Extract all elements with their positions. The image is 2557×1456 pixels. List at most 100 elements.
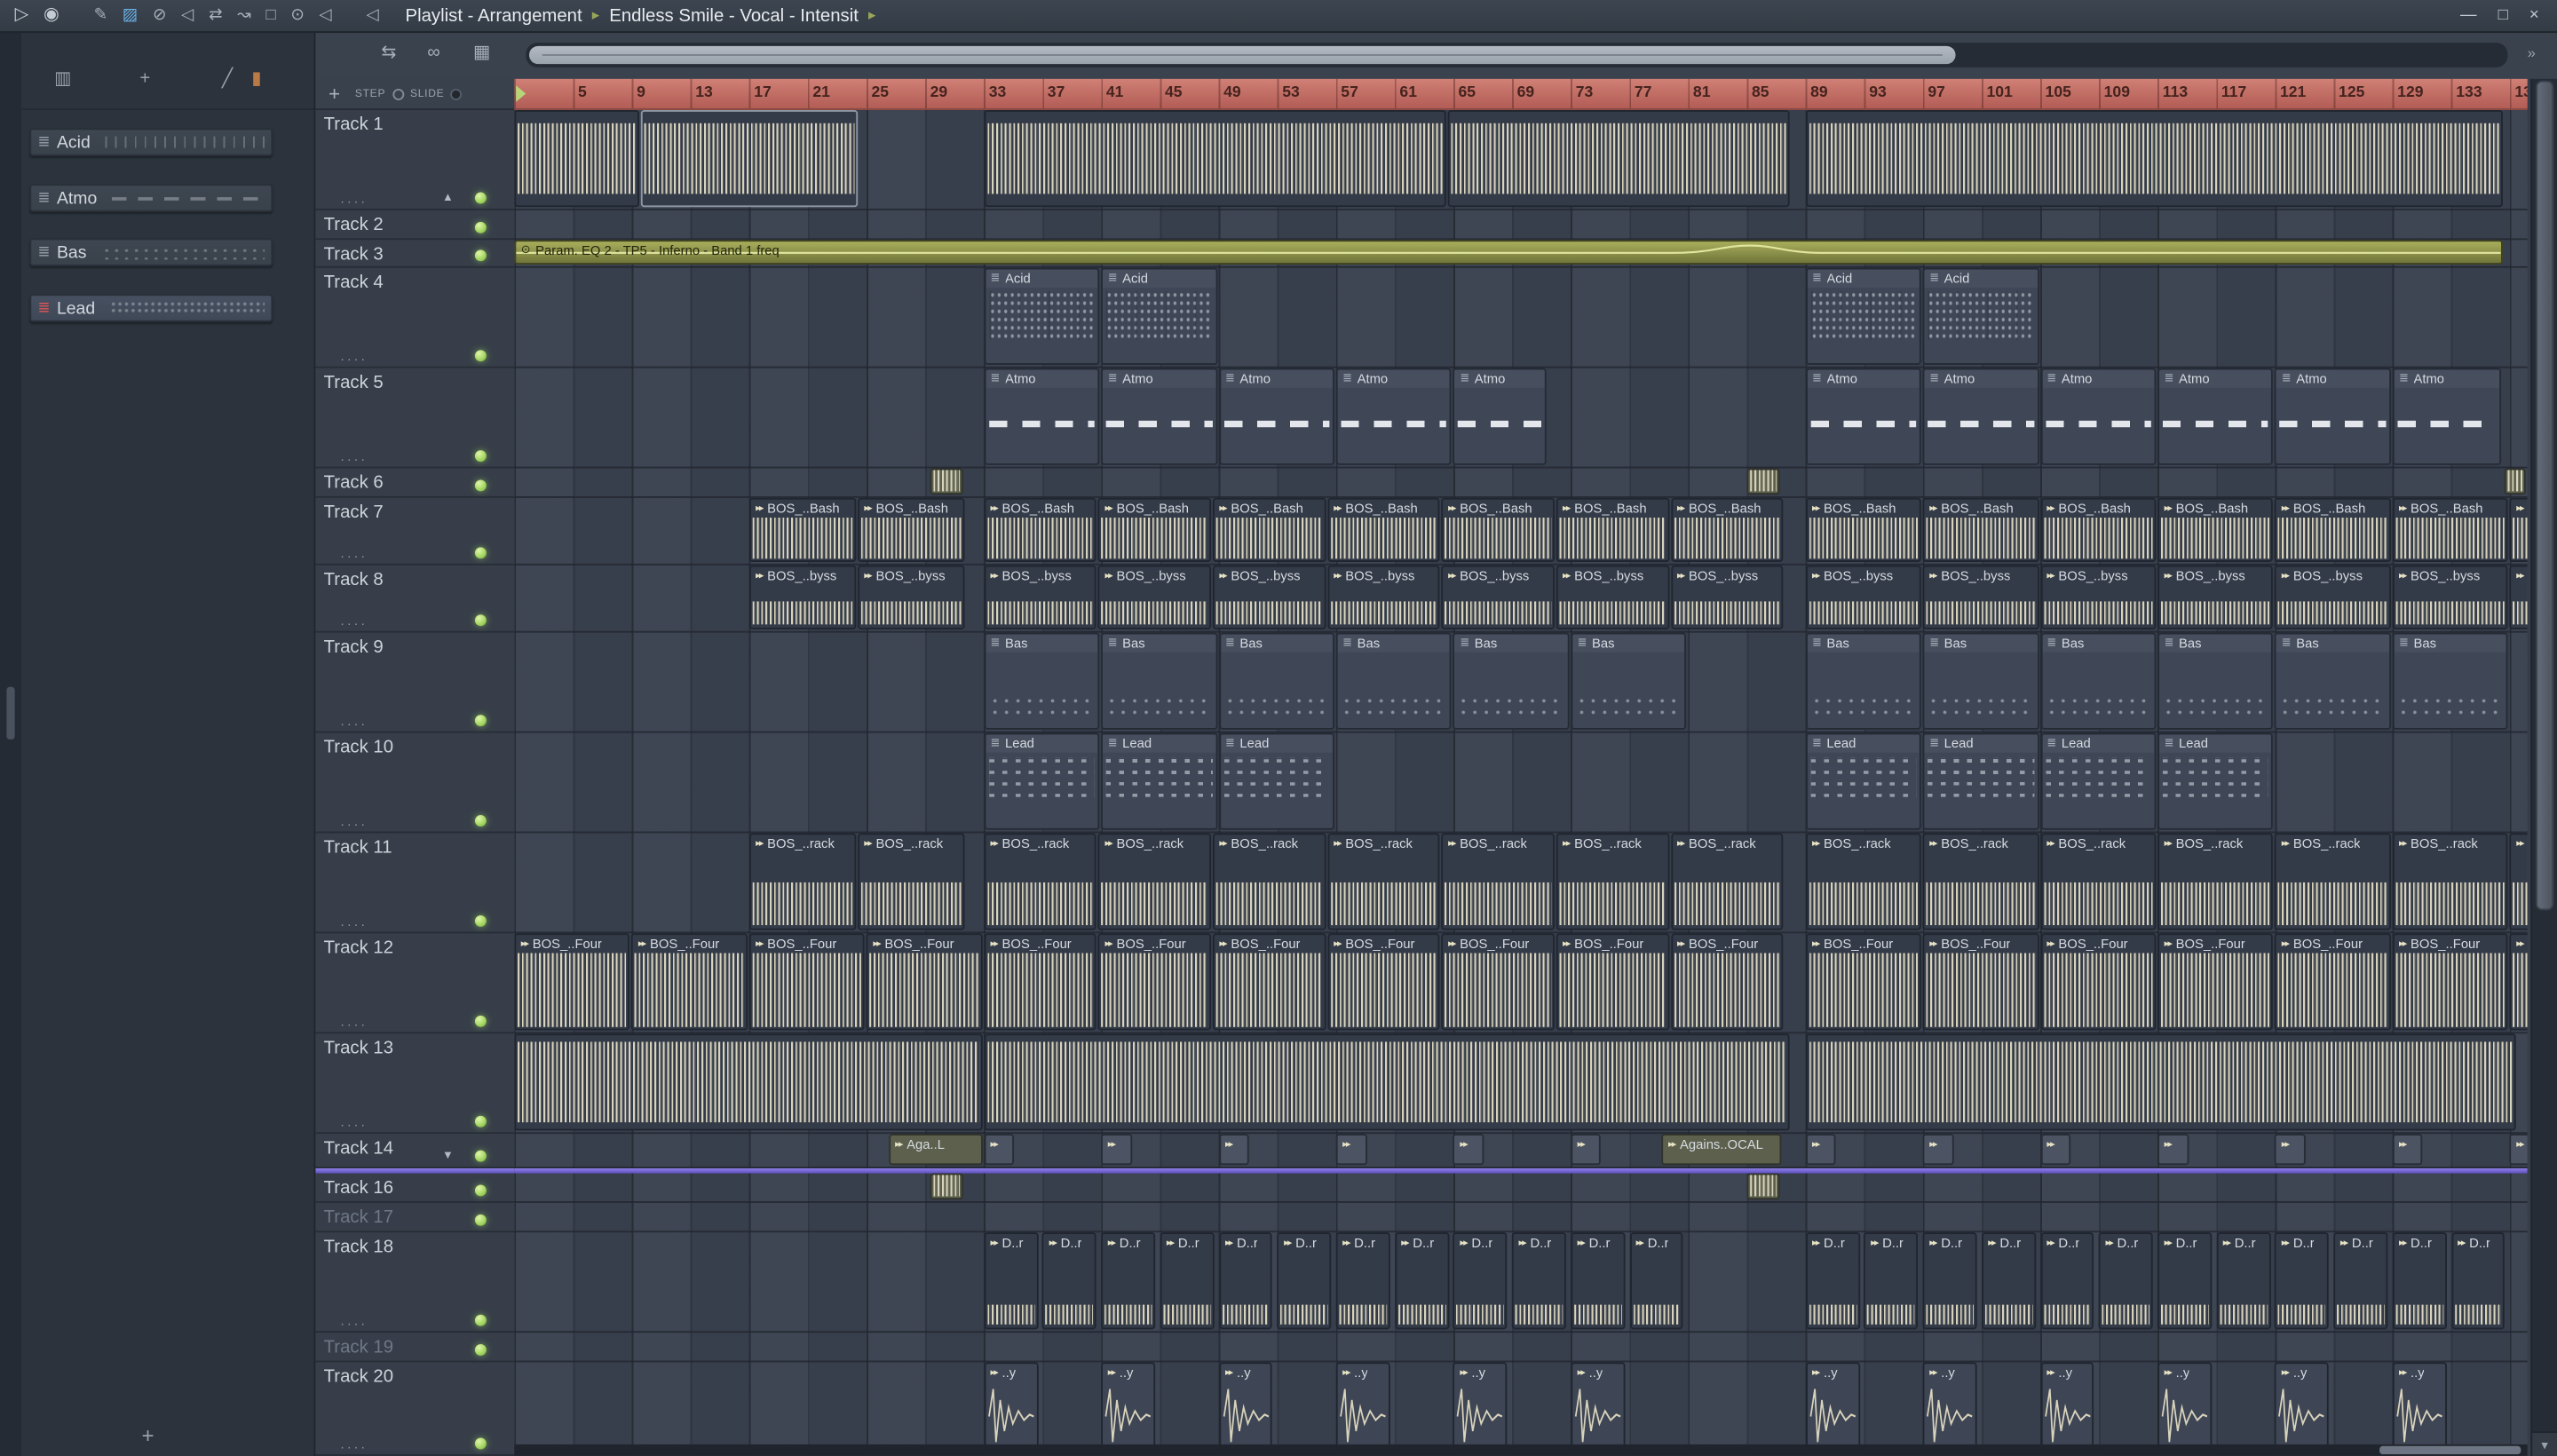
audio-clip-dr[interactable]: ▸▸ D..r <box>1277 1232 1332 1330</box>
audio-clip-dr[interactable]: ▸▸ D..r <box>1864 1232 1919 1330</box>
track-mute-led[interactable] <box>474 249 487 262</box>
pattern-clip-atmo[interactable]: ≣ Atmo <box>2392 368 2501 465</box>
picker-panel-icon[interactable]: ▦ <box>473 44 490 62</box>
audio-clip-bosbash[interactable]: ▸▸BOS_..Bash <box>1556 497 1669 563</box>
audio-clip-bosfour[interactable]: ▸▸BOS_..Four <box>866 933 983 1031</box>
mini-audio-clip[interactable] <box>2504 468 2526 495</box>
audio-clip-bosbyss[interactable]: ▸▸BOS_..byss <box>1556 565 1669 629</box>
track-mute-led[interactable] <box>474 221 487 233</box>
audio-clip-bosrack[interactable]: ▸▸BOS_..rack <box>858 833 965 930</box>
maximize-button[interactable]: □ <box>2498 6 2508 24</box>
track-lane-20[interactable]: ▸▸ ..y ▸▸ ..y ▸▸ ..y ▸▸ ..y ▸▸ ..y ▸▸ ..y ▸▸ ..y ▸▸ ..y… <box>514 1362 2528 1456</box>
audio-clip-bosbyss[interactable]: ▸▸BOS_..byss <box>858 565 965 629</box>
track-mute-led[interactable] <box>474 192 487 204</box>
track-grip[interactable]: ···· <box>340 194 368 209</box>
track-header-3[interactable]: Track 3 <box>315 240 515 268</box>
stretch-clip[interactable]: ▸▸ <box>984 1134 1015 1166</box>
pattern-clip-bas[interactable]: ≣ Bas <box>1101 632 1217 730</box>
track-header-14[interactable]: Track 14 ▼ <box>315 1134 515 1168</box>
audio-clip-bosrack[interactable]: ▸▸BOS_..rack <box>1922 833 2039 930</box>
pattern-item-lead[interactable]: ≣ Lead <box>29 294 273 322</box>
track-mute-led[interactable] <box>474 1015 487 1027</box>
add-pattern-button[interactable]: + <box>131 1421 164 1448</box>
audio-clip-bosbyss[interactable]: ▸▸BOS_..byss <box>1212 565 1326 629</box>
pattern-clip-atmo[interactable]: ≣ Atmo <box>2040 368 2157 465</box>
audio-clip-bosrack[interactable]: ▸▸BOS_..rack <box>2509 833 2528 930</box>
audio-clip-bosbash[interactable]: ▸▸BOS_..Bash <box>1670 497 1784 563</box>
pattern-clip-atmo[interactable]: ≣ Atmo <box>1453 368 1548 465</box>
audio-clip-bosbash[interactable]: ▸▸BOS_..Bash <box>2392 497 2508 563</box>
picker-filter-icon[interactable]: ╱ <box>222 70 233 89</box>
audio-clip-bosbyss[interactable]: ▸▸BOS_..byss <box>1098 565 1212 629</box>
zoom-select-icon[interactable]: □ <box>265 6 275 24</box>
audio-clip[interactable] <box>1805 1033 2516 1131</box>
stretch-clip[interactable]: ▸▸ <box>2275 1134 2306 1166</box>
audio-clip-bosbyss[interactable]: ▸▸BOS_..byss <box>1326 565 1440 629</box>
pattern-clip-bas[interactable]: ≣ Bas <box>1218 632 1334 730</box>
audio-clip[interactable] <box>514 110 639 208</box>
audio-clip-bosfour[interactable]: ▸▸BOS_..Four <box>1670 933 1784 1031</box>
pattern-item-acid[interactable]: ≣ Acid <box>29 128 273 156</box>
audio-clip-bosfour[interactable]: ▸▸BOS_..Four <box>1212 933 1326 1031</box>
audio-clip-bosbash[interactable]: ▸▸BOS_..Bash <box>1326 497 1440 563</box>
audio-clip-dr[interactable]: ▸▸ D..r <box>2275 1232 2330 1330</box>
track-lane-3[interactable]: ⊙ Param. EQ 2 - TP5 - Inferno - Band 1 fr… <box>514 240 2528 268</box>
automation-clip[interactable]: ⊙ Param. EQ 2 - TP5 - Inferno - Band 1 fr… <box>514 240 2503 265</box>
audio-clip[interactable] <box>640 110 858 208</box>
audio-clip-bosrack[interactable]: ▸▸BOS_..rack <box>2040 833 2157 930</box>
picker-waveform-icon[interactable]: ▥ <box>54 70 71 89</box>
track-mute-led[interactable] <box>474 815 487 827</box>
audio-clip-bosfour[interactable]: ▸▸BOS_..Four <box>2040 933 2157 1031</box>
track-grip[interactable]: ···· <box>340 1440 368 1454</box>
stretch-clip[interactable]: ▸▸ <box>2392 1134 2424 1166</box>
audio-clip-dr[interactable]: ▸▸ D..r <box>2099 1232 2154 1330</box>
oneshot-clip[interactable]: ▸▸ ..y <box>1571 1362 1626 1453</box>
track-header-20[interactable]: Track 20 ···· <box>315 1362 515 1456</box>
pattern-clip-lead[interactable]: ≣ Lead <box>1218 732 1334 830</box>
audio-clip-bosfour[interactable]: ▸▸BOS_..Four <box>1805 933 1921 1031</box>
pattern-clip-atmo[interactable]: ≣ Atmo <box>1101 368 1217 465</box>
draw-tool-icon[interactable]: ✎ <box>94 6 108 24</box>
monitor-speaker-icon[interactable]: ◁ <box>367 6 379 24</box>
track-mute-led[interactable] <box>474 715 487 727</box>
pattern-clip-bas[interactable]: ≣ Bas <box>2392 632 2508 730</box>
audio-clip-dr[interactable]: ▸▸ D..r <box>2450 1232 2506 1330</box>
track-lane-1[interactable] <box>514 110 2528 210</box>
track-grip[interactable]: ···· <box>340 550 368 564</box>
playback-tool-icon[interactable]: ◁ <box>181 6 194 24</box>
oneshot-clip[interactable]: ▸▸ ..y <box>2275 1362 2330 1453</box>
audio-clip-bosfour[interactable]: ▸▸BOS_..Four <box>1441 933 1555 1031</box>
track-lane-13[interactable] <box>514 1033 2528 1135</box>
audio-clip-bosfour[interactable]: ▸▸BOS_..Four <box>1922 933 2039 1031</box>
audio-clip-dr[interactable]: ▸▸ D..r <box>1922 1232 1977 1330</box>
stretch-clip[interactable]: ▸▸ <box>1571 1134 1602 1166</box>
audio-clip-bosrack[interactable]: ▸▸BOS_..rack <box>1441 833 1555 930</box>
record-icon[interactable]: ◉ <box>44 5 59 24</box>
link-icon[interactable]: ∞ <box>427 44 440 62</box>
oneshot-clip[interactable]: ▸▸ ..y <box>1453 1362 1508 1453</box>
audio-clip-bosbyss[interactable]: ▸▸BOS_..byss <box>748 565 857 629</box>
track-grip[interactable]: ···· <box>340 818 368 832</box>
pattern-item-atmo[interactable]: ≣ Atmo <box>29 184 273 212</box>
track-header-13[interactable]: Track 13 ···· <box>315 1033 515 1135</box>
pattern-clip-lead[interactable]: ≣ Lead <box>1101 732 1217 830</box>
pattern-clip-acid[interactable]: ≣ Acid <box>1805 267 1921 365</box>
stretch-clip[interactable]: ▸▸ <box>1453 1134 1484 1166</box>
audio-clip-bosrack[interactable]: ▸▸BOS_..rack <box>2157 833 2274 930</box>
picker-color-swatch[interactable]: ▮ <box>251 70 261 89</box>
track-header-12[interactable]: Track 12 ···· <box>315 933 515 1034</box>
horizontal-scroll-thumb[interactable] <box>528 45 1957 65</box>
mini-audio-clip[interactable] <box>930 1173 963 1200</box>
audio-clip-bosbash[interactable]: ▸▸BOS_..Bash <box>1212 497 1326 563</box>
audio-clip-bosfour[interactable]: ▸▸BOS_..Four <box>748 933 866 1031</box>
stretch-clip[interactable]: ▸▸ <box>1922 1134 1954 1166</box>
pattern-clip-bas[interactable]: ≣ Bas <box>1453 632 1570 730</box>
audio-clip-dr[interactable]: ▸▸ D..r <box>1101 1232 1156 1330</box>
track-mute-led[interactable] <box>474 547 487 559</box>
audio-clip-bosbash[interactable]: ▸▸BOS_..Bash <box>2157 497 2274 563</box>
preview-speaker-icon[interactable]: ◁ <box>320 6 332 24</box>
oneshot-clip[interactable]: ▸▸ ..y <box>2040 1362 2094 1453</box>
pattern-clip-lead[interactable]: ≣ Lead <box>2040 732 2157 830</box>
track-mute-led[interactable] <box>474 1214 487 1226</box>
pattern-clip-atmo[interactable]: ≣ Atmo <box>1218 368 1334 465</box>
